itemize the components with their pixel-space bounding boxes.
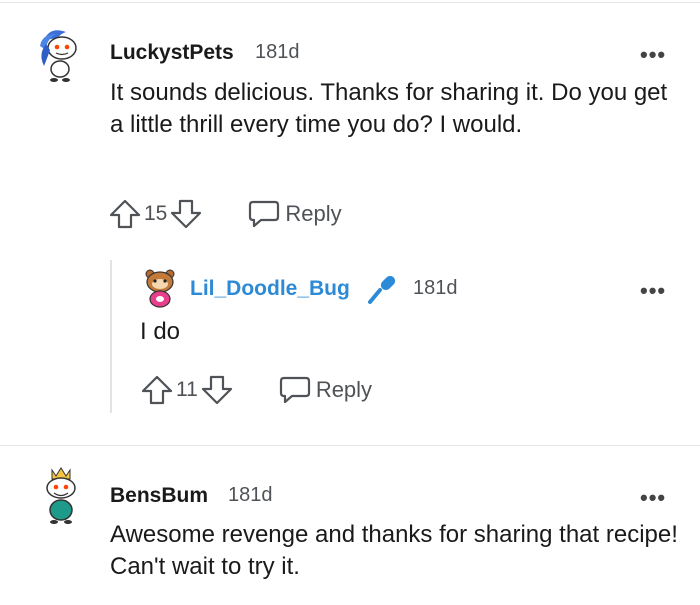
microphone-icon <box>368 275 396 304</box>
reply-label: Reply <box>285 201 342 226</box>
reply-label: Reply <box>315 377 373 402</box>
thread-line[interactable] <box>110 260 112 413</box>
upvote-icon[interactable] <box>108 197 142 231</box>
timestamp: 181d <box>228 484 273 506</box>
comment-body: It sounds delicious. Thanks for sharing … <box>110 79 668 138</box>
more-options-button[interactable]: ••• <box>640 44 666 66</box>
more-options-button[interactable]: ••• <box>640 487 666 509</box>
snoo-avatar-bear[interactable] <box>142 268 178 308</box>
more-options-button[interactable]: ••• <box>640 280 666 302</box>
comment-body: Awesome revenge and thanks for sharing t… <box>110 521 678 580</box>
username[interactable]: Lil_Doodle_Bug <box>190 277 350 301</box>
score: 15 <box>144 202 168 225</box>
top-divider <box>0 2 700 3</box>
upvote-icon[interactable] <box>140 373 174 407</box>
timestamp: 181d <box>413 277 458 299</box>
reply-button[interactable]: Reply <box>278 375 372 405</box>
vote-row: 11 Reply <box>140 373 372 407</box>
username[interactable]: LuckystPets <box>110 41 234 65</box>
username[interactable]: BensBum <box>110 484 208 508</box>
speech-bubble-icon <box>279 376 310 404</box>
snoo-avatar-crown[interactable] <box>38 466 84 524</box>
downvote-icon[interactable] <box>169 197 203 231</box>
vote-row: 15 Reply <box>108 197 342 231</box>
section-divider <box>0 445 700 446</box>
snoo-avatar-blue-hair[interactable] <box>36 26 84 82</box>
speech-bubble-icon <box>249 200 280 228</box>
score: 11 <box>176 378 198 401</box>
timestamp: 181d <box>255 41 300 63</box>
reply-button[interactable]: Reply <box>247 199 342 229</box>
comment-body: I do <box>140 318 181 345</box>
downvote-icon[interactable] <box>200 373 234 407</box>
